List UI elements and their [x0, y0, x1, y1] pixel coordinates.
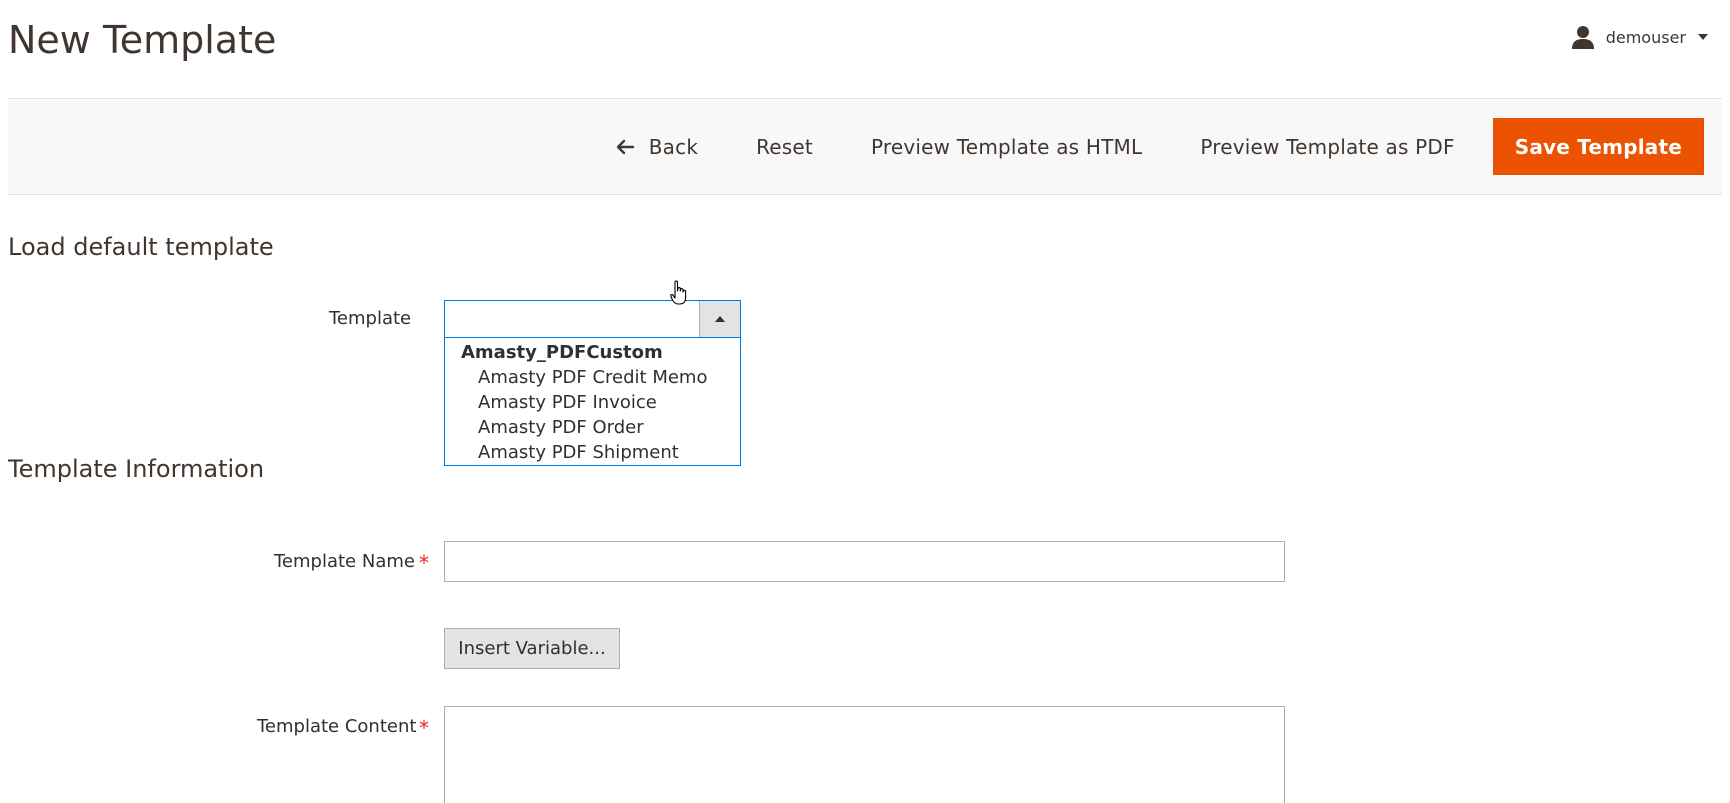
page-title: New Template [8, 18, 277, 62]
hand-cursor-icon [670, 280, 687, 305]
user-name: demouser [1605, 27, 1686, 47]
insert-variable-button[interactable]: Insert Variable... [444, 628, 620, 669]
required-indicator: * [419, 551, 429, 575]
dropdown-option[interactable]: Amasty PDF Invoice [445, 390, 740, 415]
arrow-left-icon [616, 139, 634, 154]
dropdown-option[interactable]: Amasty PDF Shipment [445, 440, 740, 465]
template-info-section-title: Template Information [8, 455, 265, 483]
save-template-button[interactable]: Save Template [1492, 118, 1704, 175]
preview-html-button[interactable]: Preview Template as HTML [871, 135, 1142, 159]
chevron-up-icon [715, 316, 725, 322]
dropdown-group-label: Amasty_PDFCustom [461, 342, 663, 363]
user-icon [1571, 26, 1594, 49]
page-actions-toolbar: Back Reset Preview Template as HTML Prev… [8, 98, 1722, 195]
template-select-toggle[interactable] [699, 301, 740, 337]
page-actions: Back Reset Preview Template as HTML Prev… [557, 118, 1704, 175]
back-button[interactable]: Back [615, 135, 698, 159]
preview-pdf-button[interactable]: Preview Template as PDF [1200, 135, 1454, 159]
template-name-label: Template Name [274, 551, 415, 572]
template-content-textarea[interactable] [444, 706, 1285, 803]
user-account-menu[interactable]: demouser [1570, 22, 1708, 52]
required-indicator: * [419, 716, 429, 740]
template-select[interactable] [444, 300, 741, 338]
template-dropdown-list: Amasty_PDFCustom Amasty PDF Credit Memo … [444, 338, 741, 466]
back-button-label: Back [648, 134, 699, 159]
load-default-section-title: Load default template [8, 233, 274, 261]
template-name-input[interactable] [444, 541, 1285, 582]
template-content-label: Template Content [257, 716, 417, 737]
reset-button[interactable]: Reset [756, 135, 813, 159]
dropdown-option[interactable]: Amasty PDF Order [445, 415, 740, 440]
chevron-down-icon [1698, 34, 1708, 40]
template-select-label: Template [329, 308, 412, 329]
dropdown-option[interactable]: Amasty PDF Credit Memo [445, 365, 740, 390]
